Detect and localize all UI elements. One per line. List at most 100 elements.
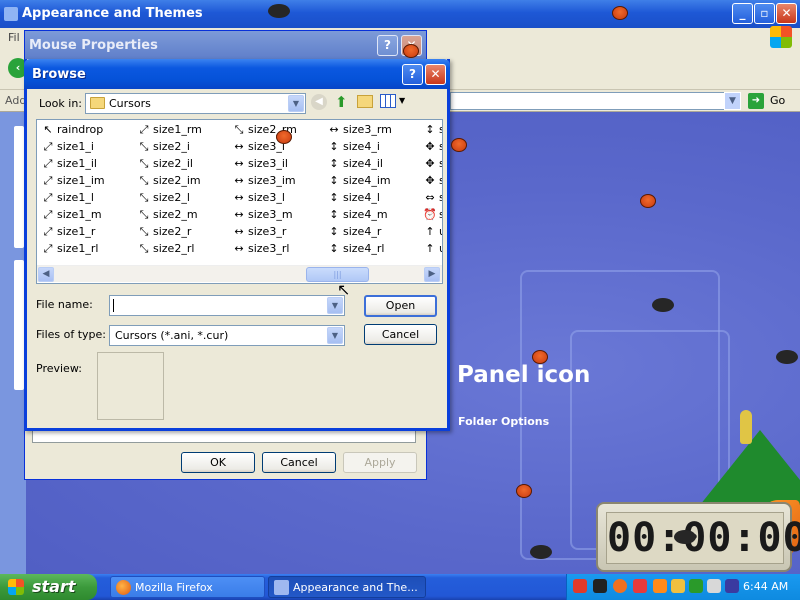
browse-titlebar[interactable]: Browse ? ✕: [24, 59, 450, 89]
help-icon[interactable]: ?: [377, 35, 398, 56]
list-item[interactable]: ↕ size4_im: [327, 174, 390, 190]
list-item[interactable]: ✥s: [423, 174, 442, 190]
side-card: [14, 126, 24, 248]
chevron-down-icon[interactable]: ▼: [399, 96, 405, 105]
list-item[interactable]: ⤢ size1_rl: [41, 242, 99, 258]
list-item[interactable]: ↔ size3_m: [232, 208, 292, 224]
list-item[interactable]: ⤡ size2_r: [137, 225, 192, 241]
chevron-down-icon[interactable]: ▼: [724, 92, 741, 110]
list-item[interactable]: ⤢ size1_r: [41, 225, 96, 241]
list-item[interactable]: ⤡ size2_im: [137, 174, 201, 190]
tray-app-icon[interactable]: [671, 579, 685, 593]
windows-logo-icon: [770, 26, 792, 48]
file-name-input[interactable]: ▼: [109, 295, 345, 316]
tray-ladybug-icon[interactable]: [573, 579, 587, 593]
list-item[interactable]: ⤢ size1_m: [41, 208, 102, 224]
ok-button[interactable]: OK: [181, 452, 255, 473]
list-item[interactable]: ↑u: [423, 242, 442, 258]
preview-label: Preview:: [36, 362, 82, 375]
resize-diagonal-icon: ⤡: [139, 174, 149, 187]
back-icon[interactable]: ◀: [311, 94, 327, 110]
tray-fly-icon[interactable]: [593, 579, 607, 593]
list-item[interactable]: ↕ size4_l: [327, 191, 380, 207]
list-item[interactable]: ↔ size3_im: [232, 174, 295, 190]
list-item[interactable]: ⇔s: [423, 191, 442, 207]
go-button[interactable]: ➜ Go: [748, 93, 794, 110]
up-folder-icon[interactable]: ⬆: [335, 93, 348, 111]
list-item[interactable]: ↕ size4_il: [327, 157, 383, 173]
minimize-icon[interactable]: _: [732, 3, 753, 24]
taskbar-item-firefox[interactable]: Mozilla Firefox: [110, 576, 265, 598]
list-item[interactable]: ⤡ size2_m: [137, 208, 198, 224]
open-button[interactable]: Open: [364, 295, 437, 317]
list-item[interactable]: ↔ size3_r: [232, 225, 286, 241]
list-item[interactable]: ↕ size4_m: [327, 208, 387, 224]
list-item[interactable]: ⤢ size1_im: [41, 174, 105, 190]
browse-title: Browse: [32, 67, 86, 82]
list-item[interactable]: ↔ size3_rm: [327, 123, 391, 139]
address-input[interactable]: [450, 92, 740, 110]
start-label: start: [32, 577, 76, 596]
look-in-select[interactable]: Cursors ▼: [85, 93, 306, 114]
tray-app-icon[interactable]: [707, 579, 721, 593]
list-item[interactable]: ⏰s: [423, 208, 442, 224]
cancel-button[interactable]: Cancel: [262, 452, 336, 473]
appearance-themes-titlebar[interactable]: Appearance and Themes _ ▫ ✕: [0, 0, 800, 28]
tray-volume-icon[interactable]: [725, 579, 739, 593]
mouse-properties-titlebar[interactable]: Mouse Properties ? ✕: [25, 31, 426, 59]
go-arrow-icon: ➜: [748, 93, 764, 109]
tray-clock[interactable]: 6:44 AM: [743, 580, 788, 593]
view-menu-icon[interactable]: [380, 94, 396, 108]
list-item[interactable]: ↔ size3_l: [232, 191, 285, 207]
menu-file[interactable]: Fil: [8, 31, 20, 44]
apply-button[interactable]: Apply: [343, 452, 417, 473]
tray-butterfly-icon[interactable]: [653, 579, 667, 593]
chevron-down-icon[interactable]: ▼: [327, 297, 343, 314]
list-item[interactable]: ↔ size3_i: [232, 140, 285, 156]
scroll-right-icon[interactable]: ▶: [424, 267, 440, 282]
start-button[interactable]: start: [0, 574, 97, 600]
move-icon: ✥: [425, 174, 435, 187]
horizontal-scrollbar[interactable]: ◀ ||| ▶: [37, 265, 442, 282]
tray-clock-icon[interactable]: [613, 579, 627, 593]
list-item[interactable]: ↕ size4_rl: [327, 242, 384, 258]
tray-app-icon[interactable]: [633, 579, 647, 593]
ladybug-icon: [516, 484, 532, 498]
list-item[interactable]: ⤡ size2_il: [137, 157, 193, 173]
new-folder-icon[interactable]: [357, 95, 373, 108]
list-item[interactable]: ↕ size4_i: [327, 140, 380, 156]
list-item[interactable]: ⤡ size2_rl: [137, 242, 195, 258]
help-icon[interactable]: ?: [402, 64, 423, 85]
close-icon[interactable]: ✕: [776, 3, 797, 24]
resize-diagonal-icon: ⤡: [139, 225, 149, 238]
folder-options-link[interactable]: Folder Options: [458, 415, 549, 428]
scroll-left-icon[interactable]: ◀: [38, 267, 54, 282]
files-of-type-select[interactable]: Cursors (*.ani, *.cur) ▼: [109, 325, 345, 346]
list-item[interactable]: ↖ raindrop: [41, 123, 103, 139]
list-item[interactable]: ⤡ size2_i: [137, 140, 190, 156]
list-item[interactable]: ↕s: [423, 123, 442, 139]
cancel-button[interactable]: Cancel: [364, 324, 437, 345]
fly-icon: [674, 530, 696, 544]
list-item[interactable]: ⤡ size2_l: [137, 191, 190, 207]
list-item[interactable]: ⤢ size1_i: [41, 140, 94, 156]
list-item[interactable]: ✥s: [423, 157, 442, 173]
control-panel-icon: [4, 7, 18, 21]
list-item[interactable]: ✥s: [423, 140, 442, 156]
restore-icon[interactable]: ▫: [754, 3, 775, 24]
list-item[interactable]: ↔ size3_il: [232, 157, 288, 173]
list-item[interactable]: ⤢ size1_il: [41, 157, 97, 173]
chevron-down-icon[interactable]: ▼: [327, 327, 343, 344]
list-item[interactable]: ⤢ size1_l: [41, 191, 94, 207]
list-item[interactable]: ↔ size3_rl: [232, 242, 289, 258]
file-list[interactable]: ↖ raindrop ⤢ size1_i ⤢ size1_il ⤢ size1_im ⤢…: [36, 119, 443, 284]
list-item[interactable]: ↑u: [423, 225, 442, 241]
resize-diagonal-icon: ⤡: [139, 140, 149, 153]
chevron-down-icon[interactable]: ▼: [288, 95, 304, 112]
list-item[interactable]: ⤢ size1_rm: [137, 123, 202, 139]
taskbar-item-appearance[interactable]: Appearance and The...: [268, 576, 426, 598]
close-icon[interactable]: ✕: [425, 64, 446, 85]
look-in-label: Look in:: [39, 97, 82, 110]
tray-tree-icon[interactable]: [689, 579, 703, 593]
list-item[interactable]: ↕ size4_r: [327, 225, 381, 241]
